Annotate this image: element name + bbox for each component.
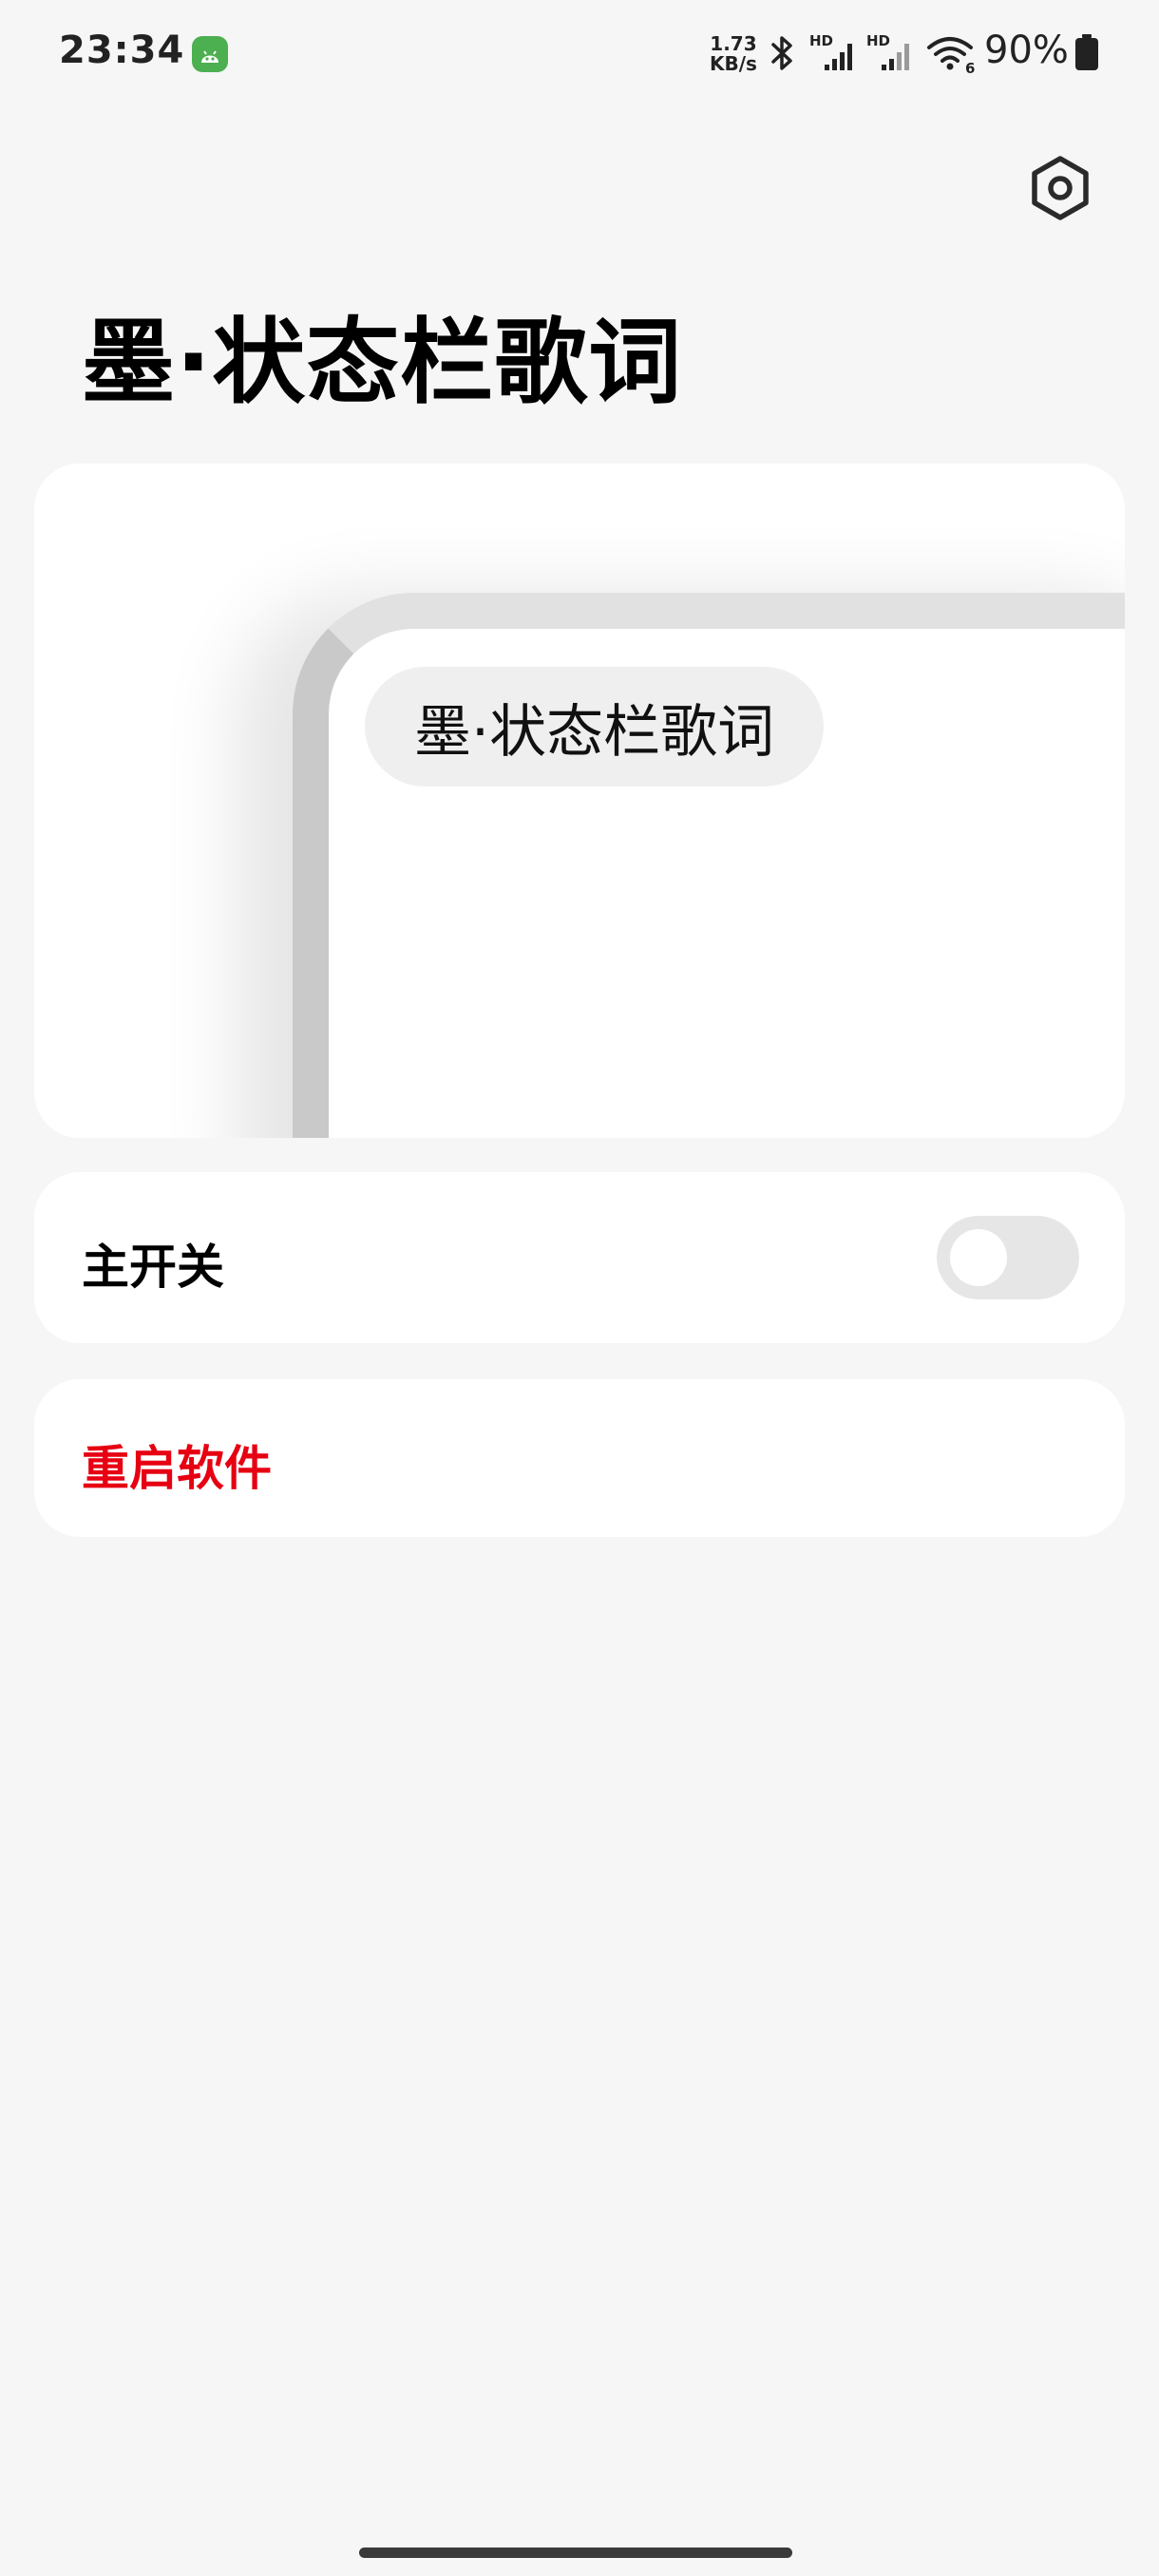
status-bar-lyric-pill: 墨·状态栏歌词: [365, 667, 825, 786]
page-title: 墨·状态栏歌词: [82, 309, 683, 417]
restart-app-label: 重启软件: [82, 1441, 272, 1496]
main-switch-row[interactable]: 主开关: [34, 1172, 1125, 1343]
app-notification-icon: [192, 36, 228, 72]
toggle-knob: [950, 1229, 1007, 1286]
status-time: 23:34: [59, 28, 185, 72]
signal-icon-2: HD: [866, 32, 909, 70]
wifi-badge: 6: [965, 60, 975, 74]
signal-icon: HD: [809, 32, 852, 70]
settings-icon: [1032, 156, 1089, 220]
settings-button[interactable]: [1022, 150, 1098, 226]
lyric-preview-card: 墨·状态栏歌词: [34, 464, 1125, 1138]
signal-hd-label: HD: [809, 32, 833, 49]
net-speed: 1.73 KB/s: [710, 34, 757, 74]
app-screen: 23:34 1.73 KB/s HD HD 6 90% 墨·状态栏歌词 墨·状态…: [0, 0, 1159, 2576]
status-bar: 23:34 1.73 KB/s HD HD 6 90%: [0, 0, 1159, 104]
restart-app-button[interactable]: 重启软件: [34, 1379, 1125, 1537]
home-indicator[interactable]: [359, 2548, 792, 2558]
battery-icon: [1075, 34, 1098, 70]
main-switch-label: 主开关: [82, 1240, 224, 1295]
net-speed-unit: KB/s: [710, 52, 757, 75]
wifi-icon: 6: [927, 37, 975, 74]
bluetooth-icon: [771, 36, 792, 70]
main-switch-toggle[interactable]: [937, 1216, 1079, 1299]
signal-hd-label-2: HD: [866, 32, 890, 49]
net-speed-value: 1.73: [710, 32, 757, 55]
battery-percent: 90%: [984, 28, 1069, 72]
